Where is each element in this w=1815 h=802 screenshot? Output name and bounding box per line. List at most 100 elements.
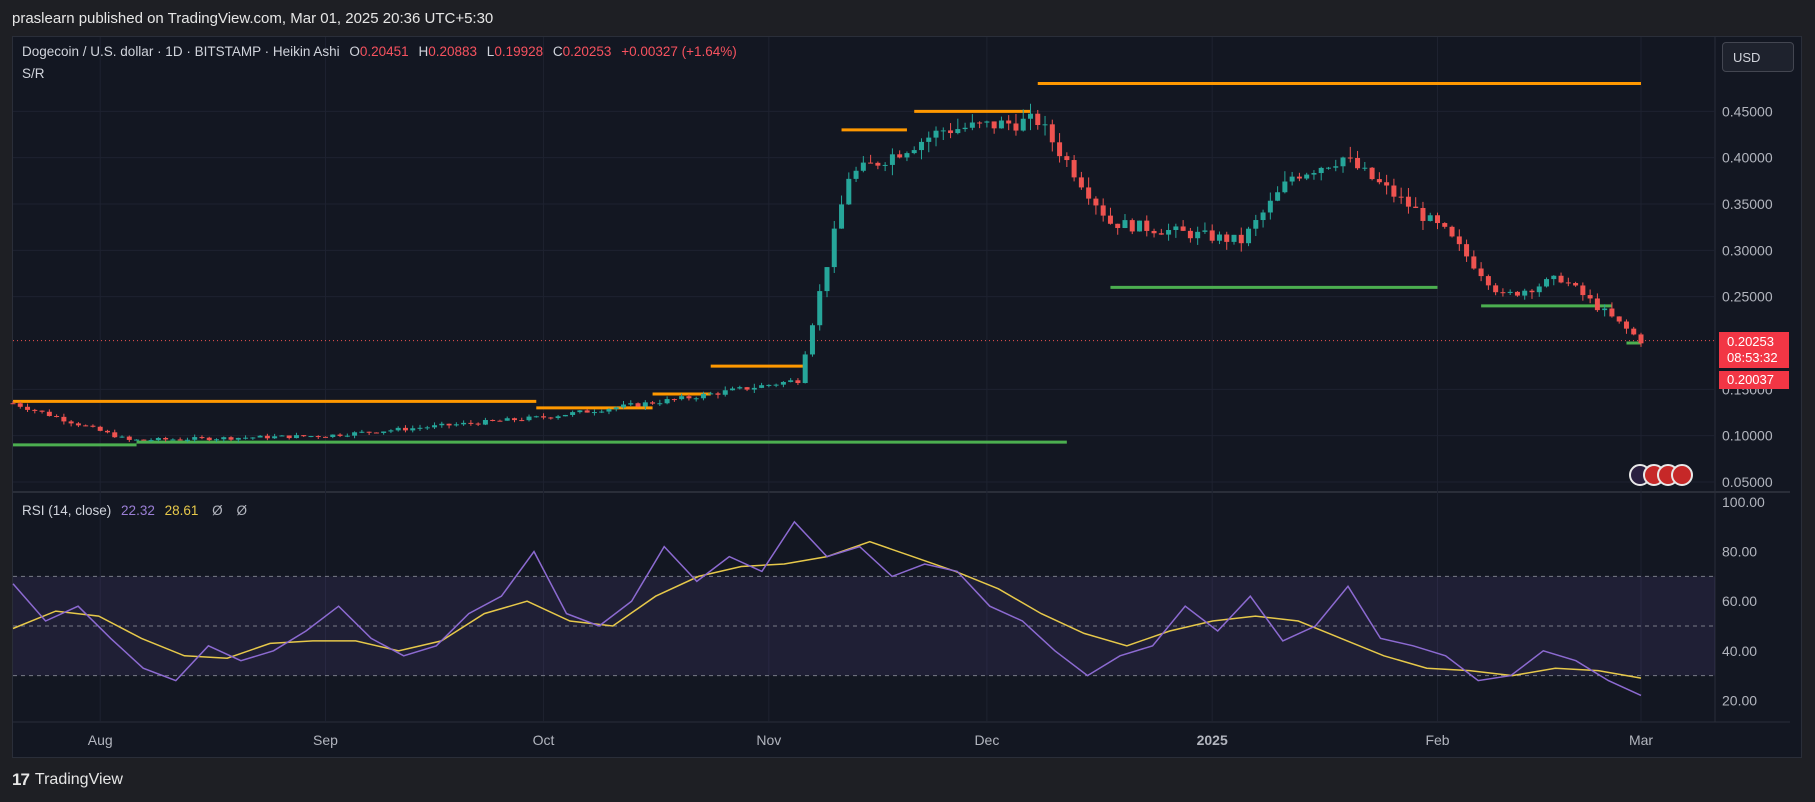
candle-body	[1413, 206, 1419, 208]
time-tick-label: Aug	[88, 732, 113, 748]
candle-body	[948, 130, 954, 134]
candle-body	[1231, 234, 1237, 242]
candle-body	[977, 122, 983, 124]
candle-body	[708, 393, 714, 395]
candle-body	[1064, 156, 1070, 161]
candle-body	[1602, 308, 1608, 311]
candle-body	[1442, 223, 1448, 227]
candle-body	[75, 423, 81, 426]
candle-body	[1536, 286, 1542, 293]
indicator-sr-label[interactable]: S/R	[22, 66, 45, 81]
candle-body	[1151, 230, 1157, 234]
rsi-legend[interactable]: RSI (14, close) 22.32 28.61 Ø Ø	[22, 503, 247, 518]
candle-body	[330, 434, 336, 438]
candle-body	[940, 130, 946, 132]
time-tick-label: Mar	[1629, 732, 1653, 748]
price-tick-label: 0.35000	[1722, 196, 1773, 212]
candle-body	[1347, 157, 1353, 159]
candle-body	[759, 385, 765, 388]
rsi-tick-label: 80.00	[1722, 544, 1757, 560]
candle-body	[591, 412, 597, 414]
candle-body	[315, 436, 321, 438]
symbol-title[interactable]: Dogecoin / U.S. dollar · 1D · BITSTAMP ·…	[22, 44, 340, 59]
candle-body	[664, 399, 670, 404]
candle-body	[751, 387, 757, 390]
bar-countdown: 08:53:32	[1727, 350, 1778, 365]
candle-body	[308, 436, 314, 438]
candle-body	[10, 403, 16, 405]
candle-body	[933, 130, 939, 138]
candle-body	[1078, 177, 1084, 188]
candle-body	[61, 416, 67, 422]
candle-body	[599, 411, 605, 413]
candle-body	[228, 437, 234, 440]
candle-body	[839, 204, 845, 229]
candle-body	[1340, 157, 1346, 167]
candle-body	[323, 436, 329, 438]
candle-body	[1355, 157, 1361, 169]
candle-body	[1558, 275, 1564, 283]
candle-body	[1296, 176, 1302, 179]
candle-body	[511, 418, 517, 421]
candle-body	[257, 435, 263, 438]
candle-body	[526, 416, 532, 421]
candle-body	[1129, 220, 1135, 232]
time-tick-label: Oct	[533, 732, 555, 748]
candle-body	[955, 129, 961, 134]
candle-body	[860, 162, 866, 171]
candle-body	[1137, 220, 1143, 232]
candle-body	[1057, 142, 1063, 157]
open-label: O	[349, 44, 360, 59]
rsi-title[interactable]: RSI (14, close)	[22, 503, 111, 518]
candle-body	[722, 390, 728, 395]
candle-body	[1522, 290, 1528, 296]
low-value: 0.19928	[494, 44, 544, 59]
candle-body	[468, 422, 474, 424]
candle-body	[1623, 321, 1629, 329]
price-tick-label: 0.45000	[1722, 103, 1773, 119]
tradingview-footer[interactable]: 17 TradingView	[12, 770, 123, 790]
candlestick-series	[10, 103, 1693, 486]
rsi-tick-label: 60.00	[1722, 593, 1757, 609]
candle-body	[1333, 166, 1339, 168]
candle-body	[97, 426, 103, 431]
price-tick-label: 0.05000	[1722, 474, 1773, 490]
candle-body	[192, 437, 198, 440]
low-price-badge: 0.20037	[1719, 371, 1789, 389]
candle-body	[606, 409, 612, 412]
candle-body	[424, 427, 430, 429]
candle-body	[584, 410, 590, 413]
candle-body	[730, 388, 736, 391]
candle-body	[177, 439, 183, 441]
candle-body	[773, 384, 779, 386]
candle-body	[199, 437, 205, 439]
price-tick-label: 0.30000	[1722, 242, 1773, 258]
candle-body	[1391, 185, 1397, 197]
last-price: 0.20253	[1727, 334, 1774, 349]
candle-body	[1144, 220, 1150, 231]
currency-button[interactable]: USD	[1722, 42, 1794, 72]
candle-body	[1362, 167, 1368, 169]
candle-body	[1594, 298, 1600, 311]
candle-body	[911, 150, 917, 154]
symbol-legend[interactable]: Dogecoin / U.S. dollar · 1D · BITSTAMP ·…	[22, 44, 737, 59]
candle-body	[679, 396, 685, 400]
candle-body	[337, 434, 343, 436]
time-tick-label: Sep	[313, 732, 338, 748]
candle-body	[134, 439, 140, 441]
candle-body	[1616, 316, 1622, 322]
candle-body	[533, 416, 539, 418]
candle-body	[504, 418, 510, 421]
candle-body	[831, 228, 837, 268]
candle-body	[155, 437, 161, 441]
chart-canvas[interactable]: 0.450000.400000.350000.300000.250000.150…	[0, 0, 1815, 802]
candle-body	[1049, 124, 1055, 143]
candle-body	[1464, 244, 1470, 257]
candle-body	[104, 430, 110, 433]
candle-body	[984, 121, 990, 123]
candle-body	[1187, 230, 1193, 239]
candle-body	[1093, 198, 1099, 206]
price-tick-label: 0.25000	[1722, 289, 1773, 305]
candle-body	[1435, 215, 1440, 224]
candle-body	[715, 393, 721, 395]
